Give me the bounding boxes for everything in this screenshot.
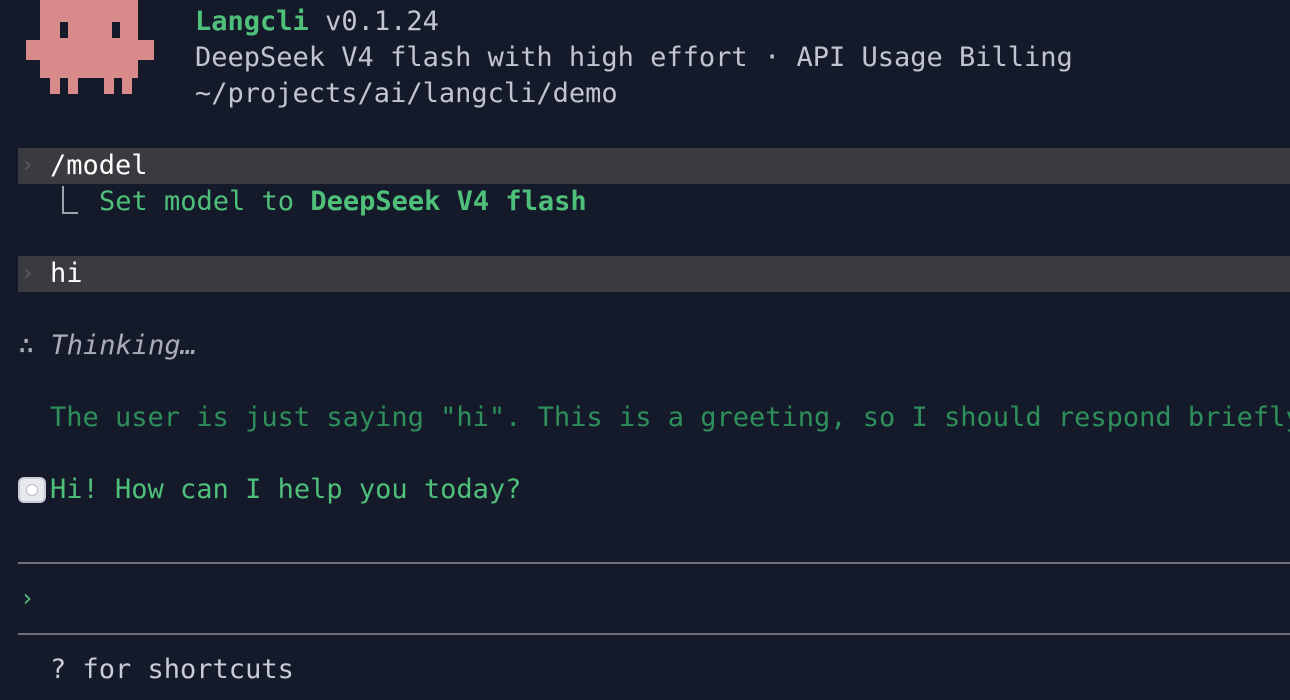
- input-top-divider: [18, 562, 1290, 564]
- thinking-text: The user is just saying "hi". This is a …: [50, 402, 1290, 433]
- command-result-prefix: Set model to: [99, 186, 311, 217]
- shortcuts-hint: ? for shortcuts: [50, 654, 294, 685]
- model-info: DeepSeek V4 flash with high effort · API…: [195, 42, 1073, 73]
- working-directory: ~/projects/ai/langcli/demo: [195, 78, 618, 109]
- user-command-text: /model: [50, 150, 148, 181]
- user-command-row: › /model: [18, 148, 1290, 184]
- prompt-chevron-icon: ›: [21, 153, 35, 178]
- input-bottom-divider: [18, 633, 1290, 635]
- chat-input[interactable]: [50, 580, 1280, 616]
- assistant-reply: Hi! How can I help you today?: [50, 474, 522, 505]
- prompt-chevron-icon: ›: [21, 261, 35, 286]
- app-title-line: Langcli v0.1.24: [195, 4, 439, 40]
- thinking-label: Thinking…: [50, 330, 197, 361]
- user-message-text: hi: [50, 258, 83, 289]
- app-name: Langcli: [195, 6, 309, 37]
- thinking-icon: ∴: [18, 330, 35, 361]
- command-result-value: DeepSeek V4 flash: [310, 186, 587, 217]
- tree-branch-icon: [62, 186, 78, 214]
- app-version: v0.1.24: [325, 6, 439, 37]
- input-prompt-chevron-icon: ›: [20, 584, 35, 612]
- record-button-icon: [18, 477, 46, 503]
- command-result: Set model to DeepSeek V4 flash: [99, 184, 587, 220]
- langcli-mascot-logo: [26, 0, 156, 94]
- thinking-header: ∴ Thinking…: [18, 328, 197, 364]
- user-message-row: › hi: [18, 256, 1290, 292]
